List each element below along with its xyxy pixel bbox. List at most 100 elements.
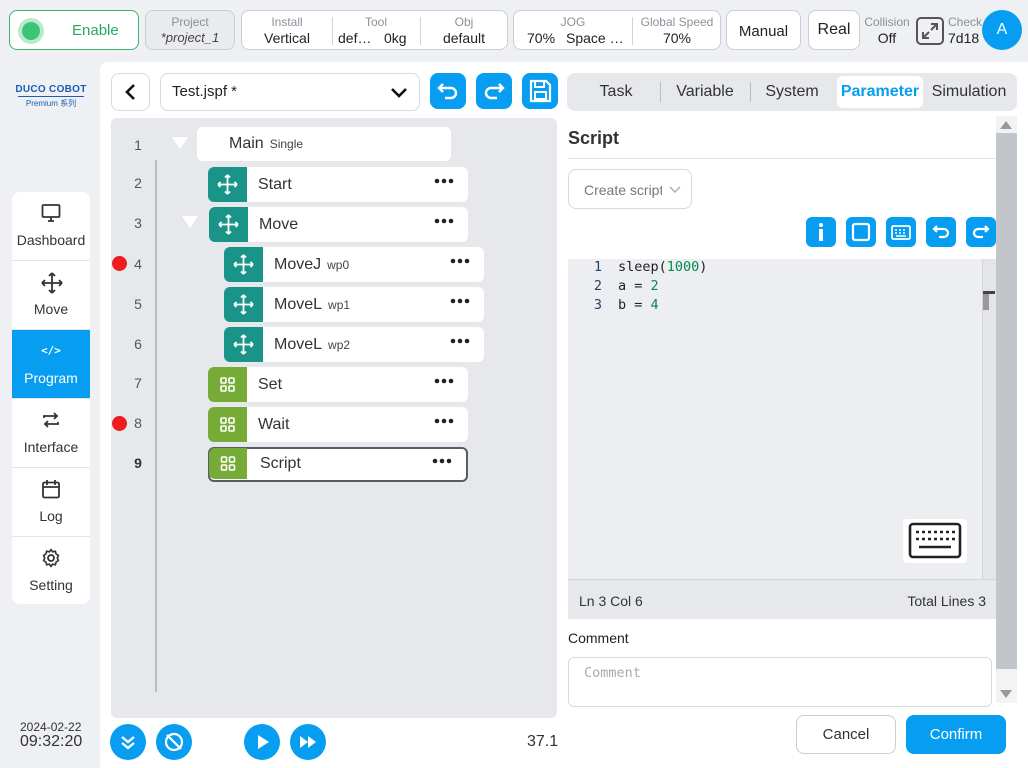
tree-node-move[interactable]: Move [209,207,468,242]
play-button[interactable] [244,724,280,760]
fullscreen-button[interactable] [846,217,876,247]
tab-task[interactable]: Task [583,83,649,101]
jog-speed-group[interactable]: JOG 70% Space … Global Speed 70% [513,10,721,50]
more-options-icon[interactable] [432,458,452,464]
line-number: 2 [134,175,142,191]
sidebar-item-label: Move [33,301,69,317]
more-options-icon[interactable] [450,338,470,344]
sidebar-item-move[interactable]: Move [12,261,90,330]
node-label: MoveL [274,296,323,313]
step-down-button[interactable] [110,724,146,760]
disable-breakpoints-button[interactable] [156,724,192,760]
sidebar-item-dashboard[interactable]: Dashboard [12,192,90,261]
tool-name-value: def… [338,30,372,46]
line-number: 5 [134,296,142,312]
check-label: Check [948,15,983,29]
comment-label: Comment [568,630,629,646]
info-button[interactable] [806,217,836,247]
line-number: 9 [134,455,142,471]
code-text: b = [618,297,651,313]
project-selector[interactable]: Project *project_1 [145,10,235,50]
collapse-triangle-icon[interactable] [181,215,199,229]
comment-placeholder: Comment [584,665,641,681]
more-options-icon[interactable] [434,378,454,384]
real-mode-button[interactable]: Real [808,10,860,50]
collision-value[interactable]: Off [862,30,912,46]
grid-icon [208,407,247,442]
tree-node-movel[interactable]: MoveL wp1 [224,287,484,322]
line-number: 3 [134,215,142,231]
chevron-down-icon [389,84,409,102]
save-button[interactable] [522,73,558,109]
chevron-down-icon [669,185,681,195]
code-number: 4 [650,297,659,313]
cancel-button[interactable]: Cancel [796,715,896,754]
node-sub: wp1 [328,298,351,312]
title-divider [568,158,996,159]
tree-node-main[interactable]: Main Single [197,127,451,161]
line-number: 8 [134,415,142,431]
scroll-down-icon[interactable] [999,689,1013,699]
more-options-icon[interactable] [434,218,454,224]
sidebar-item-label: Setting [29,577,73,593]
comment-input[interactable]: Comment [568,657,992,707]
sidebar-item-label: Interface [23,439,79,455]
node-label: Main [229,135,264,152]
file-selector[interactable]: Test.jspf * [160,73,420,111]
tree-node-set[interactable]: Set [208,367,468,402]
code-line: 2a = 2 [574,278,659,294]
scroll-up-icon[interactable] [999,120,1013,130]
speed-readout: 37.1 [527,733,559,750]
sidebar-item-program[interactable]: </> Program [12,330,90,399]
user-avatar[interactable]: A [982,10,1022,50]
move-arrows-icon [209,207,248,242]
tree-node-script[interactable]: Script [208,447,468,482]
tree-node-movel[interactable]: MoveL wp2 [224,327,484,362]
tree-node-movej[interactable]: MoveJ wp0 [224,247,484,282]
more-options-icon[interactable] [450,298,470,304]
tab-parameter[interactable]: Parameter [837,83,923,101]
fast-forward-button[interactable] [290,724,326,760]
more-options-icon[interactable] [450,258,470,264]
collapse-triangle-icon[interactable] [171,136,189,150]
install-tool-obj-group[interactable]: Install Vertical Tool def… 0kg Obj defau… [241,10,508,50]
code-line-number: 1 [593,259,602,275]
node-sub: wp2 [328,338,351,352]
sidebar-item-label: Dashboard [16,232,86,248]
tab-system[interactable]: System [756,83,828,101]
editor-undo-button[interactable] [926,217,956,247]
keyboard-button[interactable] [886,217,916,247]
tree-node-wait[interactable]: Wait [208,407,468,442]
manual-mode-label: Manual [738,23,789,40]
code-editor[interactable] [568,259,996,619]
manual-mode-button[interactable]: Manual [726,10,801,50]
more-options-icon[interactable] [434,178,454,184]
create-script-select[interactable]: Create script [568,169,692,209]
editor-redo-button[interactable] [966,217,996,247]
move-arrows-icon [224,247,263,282]
file-name: Test.jspf * [172,83,238,100]
undo-button[interactable] [430,73,466,109]
sidebar-item-setting[interactable]: Setting [12,537,90,604]
scrollbar-thumb[interactable] [996,133,1017,669]
install-value: Vertical [264,30,310,46]
node-label: MoveL [274,336,323,353]
redo-button[interactable] [476,73,512,109]
tab-simulation[interactable]: Simulation [926,83,1012,101]
more-options-icon[interactable] [434,418,454,424]
expand-icon[interactable] [915,16,945,46]
sidebar-item-interface[interactable]: Interface [12,399,90,468]
tab-variable[interactable]: Variable [665,83,745,101]
code-text: a = [618,278,651,294]
global-speed-value: 70% [662,30,692,46]
line-number: 4 [134,256,142,272]
section-title: Script [568,128,620,148]
sidebar-item-log[interactable]: Log [12,468,90,537]
confirm-button[interactable]: Confirm [906,715,1006,754]
virtual-keyboard-toggle[interactable] [903,519,967,563]
enable-button[interactable]: Enable [9,10,139,50]
enable-indicator-icon [18,18,44,44]
back-button[interactable] [111,73,150,111]
total-lines: Total Lines 3 [907,593,986,609]
tree-node-start[interactable]: Start [208,167,468,202]
